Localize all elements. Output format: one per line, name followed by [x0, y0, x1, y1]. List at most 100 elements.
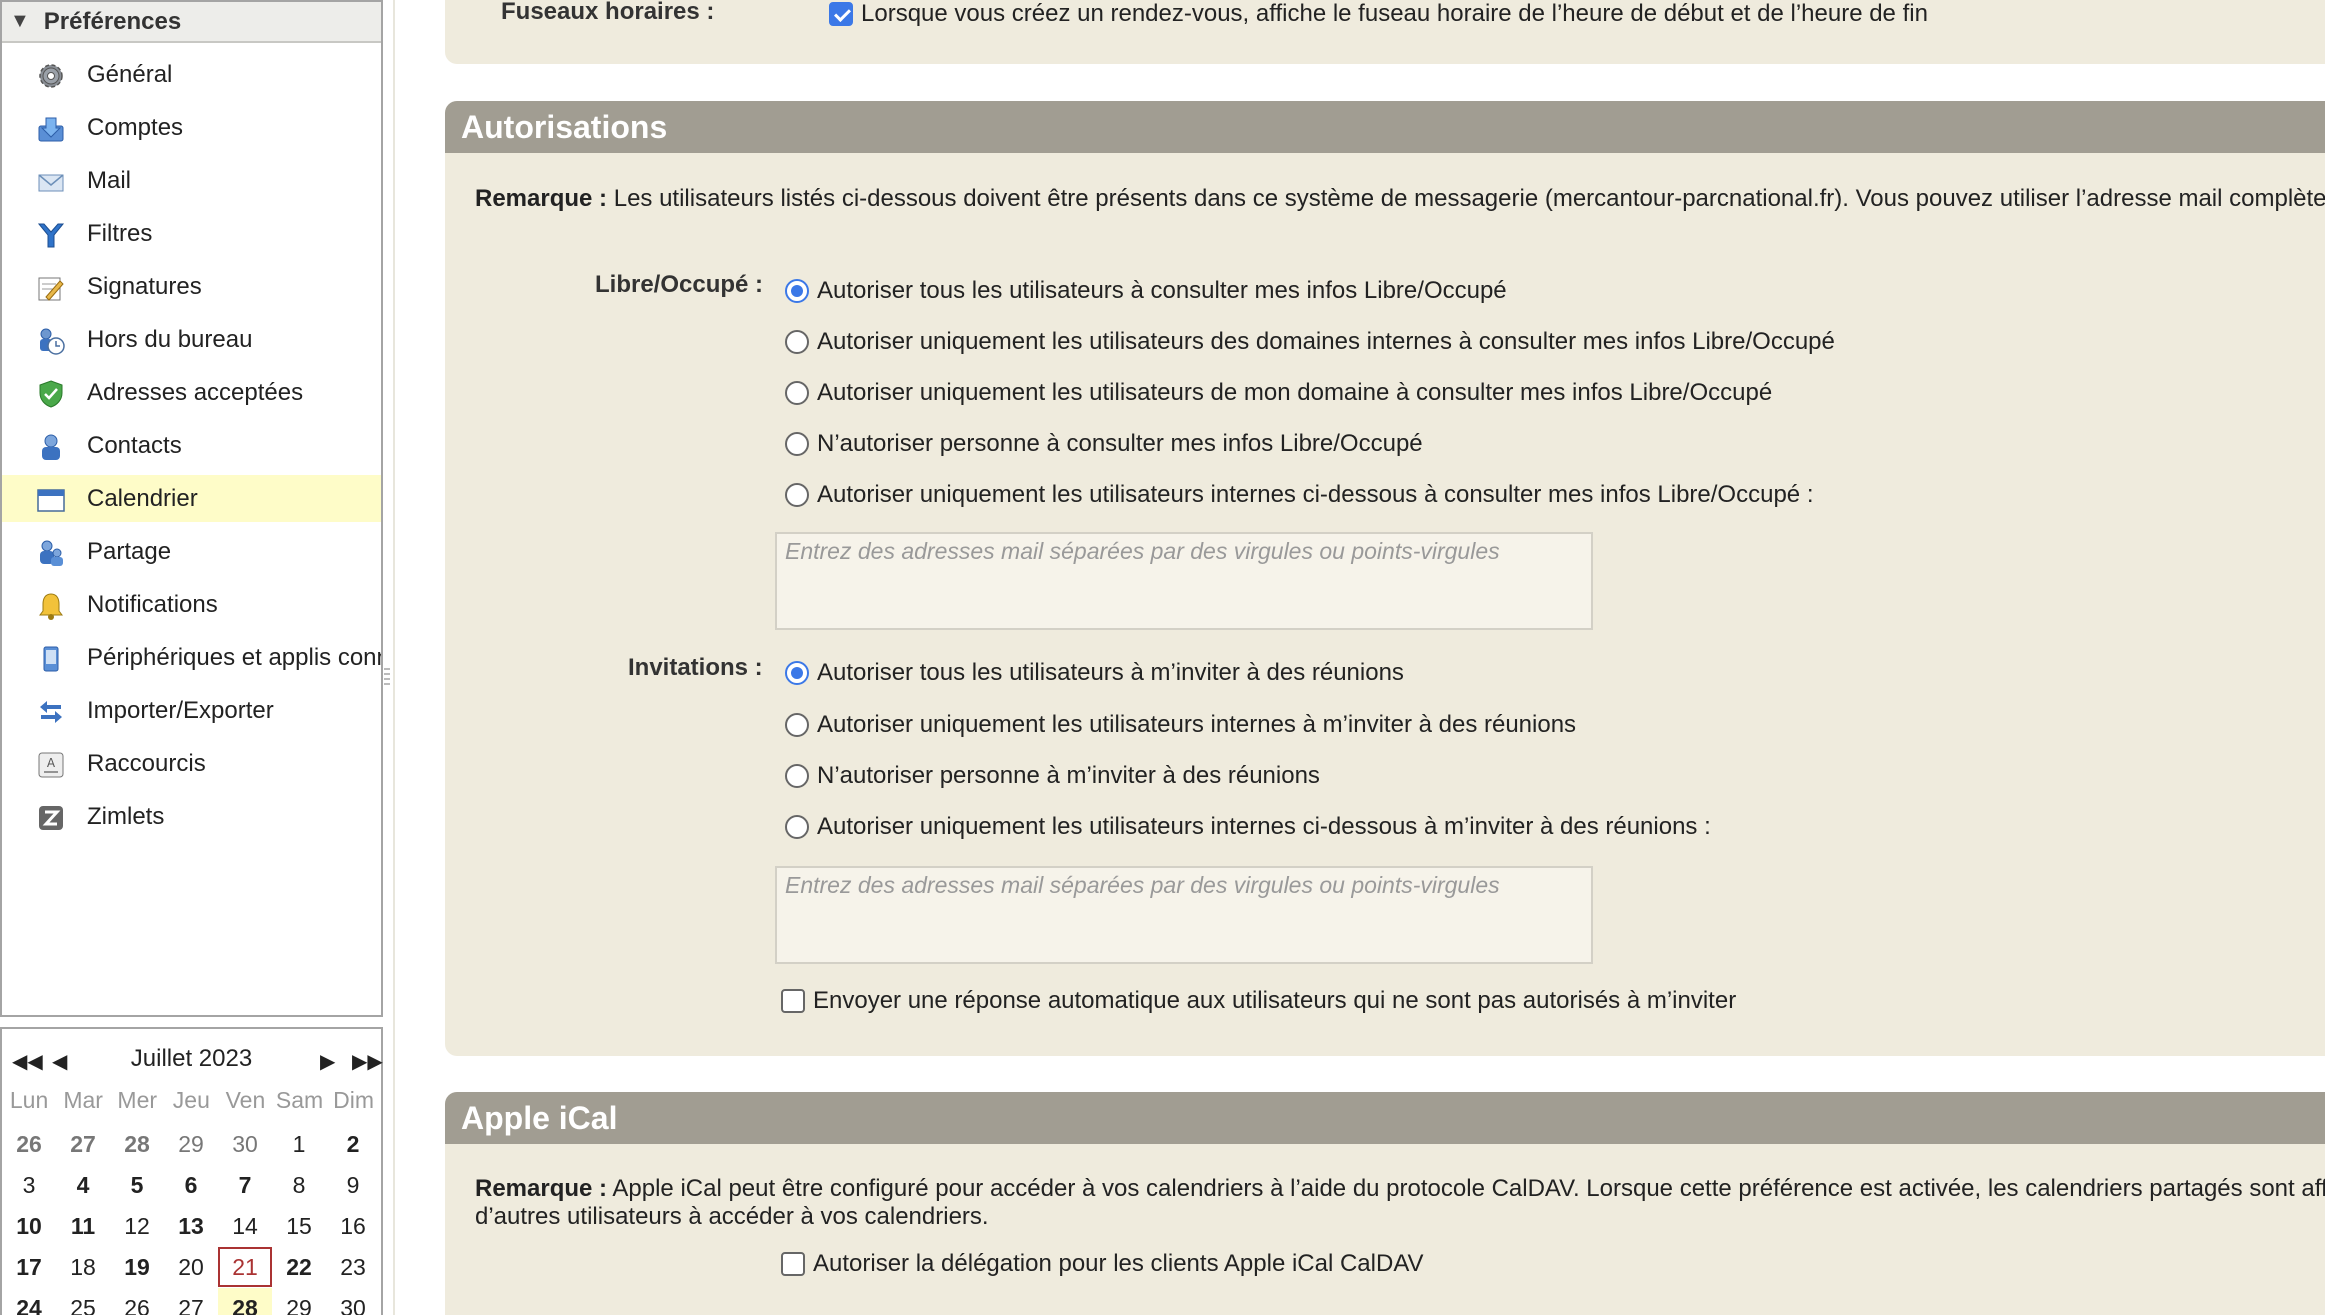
- calendar-day[interactable]: 28: [110, 1124, 164, 1164]
- collapse-triangle-icon[interactable]: ▼: [10, 10, 30, 33]
- calendar-day[interactable]: 23: [326, 1247, 380, 1287]
- tree-item-mail[interactable]: Mail: [2, 157, 381, 204]
- tree-item-label: Raccourcis: [87, 749, 206, 777]
- preferences-tree: ▼ Préférences Général Comptes Mail Filtr…: [0, 0, 383, 1017]
- calendar-day[interactable]: 15: [272, 1206, 326, 1246]
- timezone-section: Fuseaux horaires : Lorsque vous créez un…: [445, 0, 2325, 64]
- calendar-day[interactable]: 5: [110, 1165, 164, 1205]
- calendar-day[interactable]: 9: [326, 1165, 380, 1205]
- freebusy-option-label: Autoriser tous les utilisateurs à consul…: [817, 277, 1507, 304]
- calendar-day-today[interactable]: 21: [218, 1247, 272, 1287]
- calendar-day[interactable]: 19: [110, 1247, 164, 1287]
- calendar-day[interactable]: 2: [326, 1124, 380, 1164]
- tree-item-zimlets[interactable]: Zimlets: [2, 793, 381, 840]
- tree-item-shortcuts[interactable]: A Raccourcis: [2, 740, 381, 787]
- freebusy-radio[interactable]: [785, 483, 809, 507]
- tree-item-sharing[interactable]: Partage: [2, 528, 381, 575]
- freebusy-option-my-domain[interactable]: Autoriser uniquement les utilisateurs de…: [785, 379, 1772, 407]
- calendar-day[interactable]: 7: [218, 1165, 272, 1205]
- calendar-day[interactable]: 18: [56, 1247, 110, 1287]
- freebusy-option-label: Autoriser uniquement les utilisateurs de…: [817, 379, 1773, 406]
- ical-section: Apple iCal Remarque : Apple iCal peut êt…: [445, 1092, 2325, 1315]
- timezone-checkbox[interactable]: [829, 2, 853, 26]
- calendar-day[interactable]: 4: [56, 1165, 110, 1205]
- calendar-day[interactable]: 10: [2, 1206, 56, 1246]
- tree-item-import-export[interactable]: Importer/Exporter: [2, 687, 381, 734]
- calendar-day[interactable]: 27: [164, 1288, 218, 1315]
- freebusy-radio[interactable]: [785, 330, 809, 354]
- freebusy-option-none[interactable]: N’autoriser personne à consulter mes inf…: [785, 430, 1423, 458]
- timezone-label: Fuseaux horaires :: [501, 0, 715, 25]
- tree-item-general[interactable]: Général: [2, 51, 381, 98]
- tree-item-out-of-office[interactable]: Hors du bureau: [2, 316, 381, 363]
- calendar-day[interactable]: 13: [164, 1206, 218, 1246]
- calendar-day[interactable]: 27: [56, 1124, 110, 1164]
- next-year-icon[interactable]: ▶▶: [352, 1049, 383, 1074]
- tree-item-filters[interactable]: Filtres: [2, 210, 381, 257]
- invite-option-listed[interactable]: Autoriser uniquement les utilisateurs in…: [785, 813, 1711, 841]
- invite-option-all[interactable]: Autoriser tous les utilisateurs à m’invi…: [785, 659, 1404, 687]
- tree-item-calendar[interactable]: Calendrier: [2, 475, 381, 522]
- calendar-day[interactable]: 22: [272, 1247, 326, 1287]
- calendar-day[interactable]: 14: [218, 1206, 272, 1246]
- tree-item-signatures[interactable]: Signatures: [2, 263, 381, 310]
- calendar-day[interactable]: 25: [56, 1288, 110, 1315]
- tree-item-label: Général: [87, 60, 173, 88]
- tree-header[interactable]: ▼ Préférences: [2, 0, 381, 43]
- invite-users-input[interactable]: [775, 866, 1593, 964]
- tree-item-label: Hors du bureau: [87, 325, 253, 353]
- calendar-day[interactable]: 6: [164, 1165, 218, 1205]
- tree-item-label: Importer/Exporter: [87, 696, 274, 724]
- tree-item-label: Notifications: [87, 590, 218, 618]
- invite-radio[interactable]: [785, 815, 809, 839]
- calendar-day[interactable]: 29: [164, 1124, 218, 1164]
- freebusy-radio[interactable]: [785, 381, 809, 405]
- calendar-day[interactable]: 26: [2, 1124, 56, 1164]
- calendar-day-selected[interactable]: 28: [218, 1288, 272, 1315]
- tree-item-accounts[interactable]: Comptes: [2, 104, 381, 151]
- accounts-icon: [38, 117, 64, 142]
- preferences-content: Fuseaux horaires : Lorsque vous créez un…: [393, 0, 2325, 1315]
- calendar-day[interactable]: 30: [218, 1124, 272, 1164]
- next-month-icon[interactable]: ▶: [320, 1049, 335, 1074]
- calendar-day[interactable]: 17: [2, 1247, 56, 1287]
- freebusy-option-all[interactable]: Autoriser tous les utilisateurs à consul…: [785, 277, 1507, 305]
- calendar-day[interactable]: 26: [110, 1288, 164, 1315]
- tree-item-notifications[interactable]: Notifications: [2, 581, 381, 628]
- auto-reply-option[interactable]: Envoyer une réponse automatique aux util…: [781, 987, 1736, 1015]
- tree-item-contacts[interactable]: Contacts: [2, 422, 381, 469]
- calendar-nav: ◀◀ ◀ Juillet 2023 ▶ ▶▶: [2, 1029, 383, 1087]
- calendar-day[interactable]: 29: [272, 1288, 326, 1315]
- calendar-day[interactable]: 30: [326, 1288, 380, 1315]
- calendar-day[interactable]: 11: [56, 1206, 110, 1246]
- calendar-day[interactable]: 24: [2, 1288, 56, 1315]
- invite-radio[interactable]: [785, 764, 809, 788]
- invite-radio[interactable]: [785, 713, 809, 737]
- freebusy-option-label: Autoriser uniquement les utilisateurs in…: [817, 481, 1814, 508]
- calendar-day[interactable]: 12: [110, 1206, 164, 1246]
- freebusy-radio[interactable]: [785, 279, 809, 303]
- panel-splitter[interactable]: [383, 665, 391, 697]
- calendar-day[interactable]: 3: [2, 1165, 56, 1205]
- tree-item-devices[interactable]: Périphériques et applis connectés: [2, 634, 381, 681]
- invite-option-none[interactable]: N’autoriser personne à m’inviter à des r…: [785, 762, 1320, 790]
- auto-reply-checkbox[interactable]: [781, 989, 805, 1013]
- invite-option-internal[interactable]: Autoriser uniquement les utilisateurs in…: [785, 711, 1576, 739]
- invite-radio[interactable]: [785, 661, 809, 685]
- freebusy-users-input[interactable]: [775, 532, 1593, 630]
- permissions-section: Autorisations Remarque : Les utilisateur…: [445, 101, 2325, 1056]
- tree-item-accepted-addresses[interactable]: Adresses acceptées: [2, 369, 381, 416]
- calendar-day[interactable]: 8: [272, 1165, 326, 1205]
- ical-delegation-checkbox[interactable]: [781, 1252, 805, 1276]
- calendar-day[interactable]: 1: [272, 1124, 326, 1164]
- shortcut-icon: A: [38, 752, 64, 778]
- calendar-day[interactable]: 20: [164, 1247, 218, 1287]
- ical-title: Apple iCal: [445, 1092, 2325, 1144]
- calendar-day[interactable]: 16: [326, 1206, 380, 1246]
- timezone-option[interactable]: Lorsque vous créez un rendez-vous, affic…: [829, 0, 1928, 28]
- freebusy-option-listed[interactable]: Autoriser uniquement les utilisateurs in…: [785, 481, 1813, 509]
- freebusy-radio[interactable]: [785, 432, 809, 456]
- ical-delegation-option[interactable]: Autoriser la délégation pour les clients…: [781, 1250, 1424, 1278]
- weekday-label: Lun: [9, 1087, 49, 1113]
- freebusy-option-internal-domains[interactable]: Autoriser uniquement les utilisateurs de…: [785, 328, 1835, 356]
